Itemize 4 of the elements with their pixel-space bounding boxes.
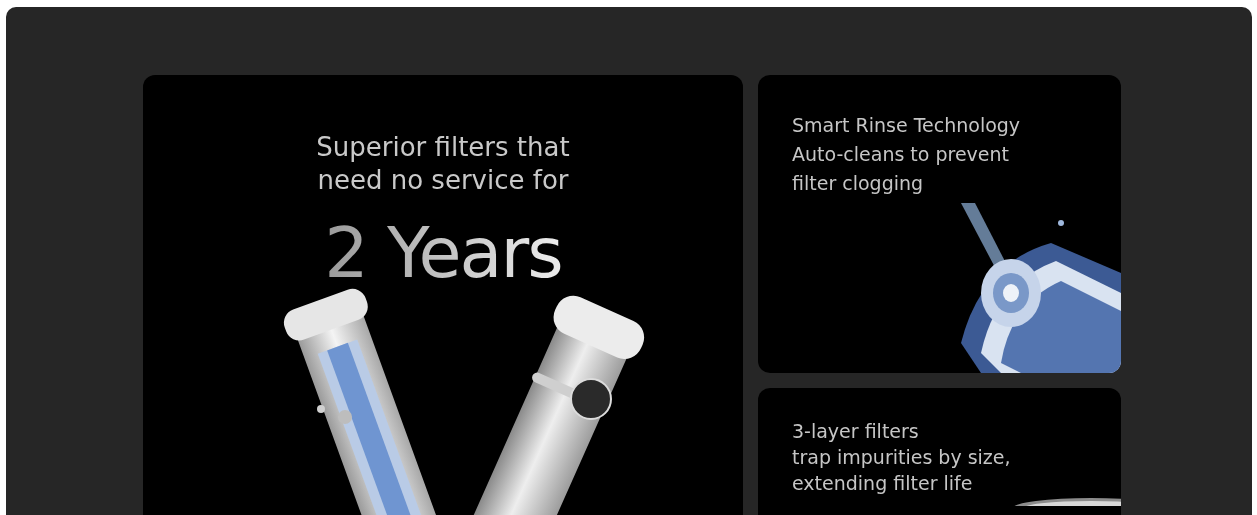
hero-heading-line: need no service for [317,164,569,197]
feature-text: Smart Rinse Technology Auto-cleans to prevent filter clogging [792,113,1022,196]
feature-text: 3-layer filters trap impurities by size, extending filter life [792,419,1012,496]
hero-heading-line: Superior filters that [316,131,570,164]
